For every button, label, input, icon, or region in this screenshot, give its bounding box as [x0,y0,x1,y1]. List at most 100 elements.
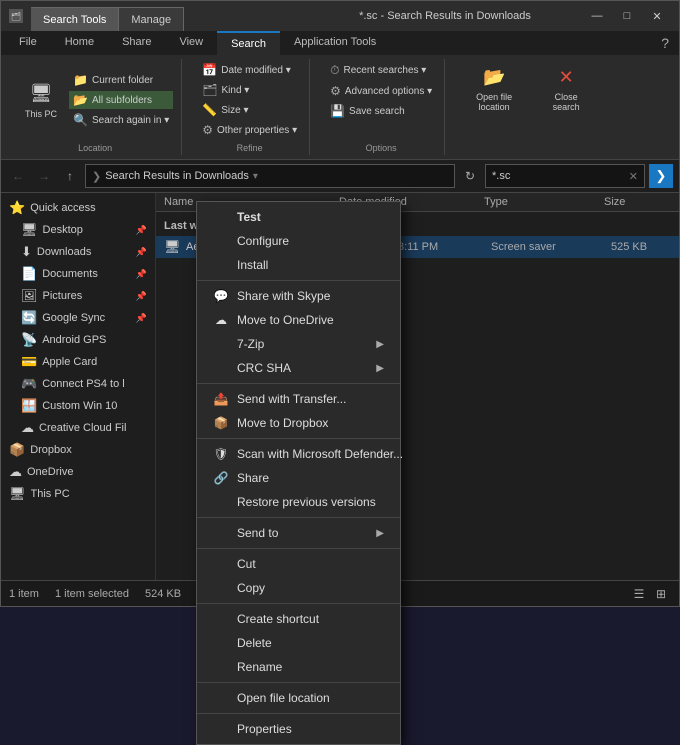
sidebar-item-connect-ps4[interactable]: 🎮 Connect PS4 to l [1,373,155,395]
item-count: 1 item [9,588,39,600]
ctx-send-to[interactable]: Send to ▶ [197,521,400,545]
current-folder-button[interactable]: 📁 Current folder [69,71,173,89]
sidebar-item-this-pc[interactable]: 🖥 This PC [1,483,155,505]
ctx-rename[interactable]: Rename [197,655,400,679]
selected-info: 1 item selected [55,588,129,600]
close-search-button[interactable]: ✕ Close search [533,61,599,116]
tab-view[interactable]: View [165,31,217,55]
ctx-sep-3 [197,438,400,439]
quick-access-icon: ⭐ [9,200,25,216]
help-icon[interactable]: ? [661,35,669,51]
ribbon-group-refine: 📅 Date modified ▾ 🗂 Kind ▾ 📏 Size ▾ ⚙ Ot… [190,59,310,155]
file-icon: 🖥 [164,239,180,255]
sidebar-item-onedrive[interactable]: ☁ OneDrive [1,461,155,483]
refresh-button[interactable]: ↻ [459,165,481,187]
address-bar: ← → ↑ ❯ Search Results in Downloads ▾ ↻ … [1,160,679,193]
back-button[interactable]: ← [7,165,29,187]
ctx-share[interactable]: 🔗 Share [197,466,400,490]
ctx-properties[interactable]: Properties [197,717,400,741]
title-tab-search-tools[interactable]: Search Tools [31,7,119,31]
window-title: *.sc - Search Results in Downloads [307,10,583,22]
calendar-icon: 📅 [202,63,217,77]
address-box[interactable]: ❯ Search Results in Downloads ▾ [85,164,455,188]
ribbon-group-actions: 📂 Open file location ✕ Close search [453,59,607,155]
open-file-location-button[interactable]: 📂 Open file location [461,61,527,116]
pin-icon-doc: 📌 [136,269,147,280]
size-button[interactable]: 📏 Size ▾ [198,101,301,119]
recent-searches-button[interactable]: ⏱ Recent searches ▾ [326,61,436,80]
onedrive-icon: ☁ [9,464,22,480]
view-buttons: ☰ ⊞ [629,584,671,604]
ctx-create-shortcut[interactable]: Create shortcut [197,607,400,631]
ctx-copy[interactable]: Copy [197,576,400,600]
close-button[interactable]: ✕ [643,6,671,26]
ctx-restore-versions[interactable]: Restore previous versions [197,490,400,514]
ctx-send-transfer[interactable]: 📤 Send with Transfer... [197,387,400,411]
date-modified-button[interactable]: 📅 Date modified ▾ [198,61,301,79]
details-view-button[interactable]: ☰ [629,584,649,604]
this-pc-icon: 🖥 [29,82,53,106]
ctx-crc-sha[interactable]: CRC SHA ▶ [197,356,400,380]
sidebar-item-dropbox[interactable]: 📦 Dropbox [1,439,155,461]
other-properties-button[interactable]: ⚙ Other properties ▾ [198,121,301,139]
sidebar-item-quick-access[interactable]: ⭐ Quick access [1,197,155,219]
ctx-configure[interactable]: Configure [197,229,400,253]
ctx-scan-defender[interactable]: 🛡 Scan with Microsoft Defender... [197,442,400,466]
ctx-sep-7 [197,682,400,683]
tab-application-tools[interactable]: Application Tools [280,31,390,55]
sidebar-item-pictures[interactable]: 🖼 Pictures 📌 [1,285,155,307]
options-label: Options [366,141,397,153]
title-tab-manage[interactable]: Manage [119,7,184,31]
ctx-open-file-location[interactable]: Open file location [197,686,400,710]
sidebar-item-google-sync[interactable]: 🔄 Google Sync 📌 [1,307,155,329]
ctx-install[interactable]: Install [197,253,400,277]
search-box[interactable]: ✕ [485,164,645,188]
tab-share[interactable]: Share [108,31,165,55]
search-again-icon: 🔍 [73,113,88,127]
tab-search[interactable]: Search [217,31,280,55]
search-arrow-icon: ❯ [656,168,667,184]
ctx-defender-icon: 🛡 [213,447,229,461]
ctx-7zip-arrow: ▶ [376,339,384,350]
address-chevron: ▾ [253,171,258,182]
sidebar-item-documents[interactable]: 📄 Documents 📌 [1,263,155,285]
ctx-7zip[interactable]: 7-Zip ▶ [197,332,400,356]
up-button[interactable]: ↑ [59,165,81,187]
save-search-button[interactable]: 💾 Save search [326,102,436,120]
sidebar-item-android-gps[interactable]: 📡 Android GPS [1,329,155,351]
all-subfolders-button[interactable]: 📂 All subfolders [69,91,173,109]
col-header-type[interactable]: Type [484,196,604,208]
search-clear-icon[interactable]: ✕ [629,170,638,183]
kind-button[interactable]: 🗂 Kind ▾ [198,81,301,99]
sidebar-item-desktop[interactable]: 🖥 Desktop 📌 [1,219,155,241]
documents-icon: 📄 [21,266,37,282]
ctx-test[interactable]: Test [197,205,400,229]
tab-file[interactable]: File [5,31,51,55]
sidebar-item-apple-card[interactable]: 💳 Apple Card [1,351,155,373]
col-header-size[interactable]: Size [604,196,679,208]
ctx-share-icon: 🔗 [213,471,229,485]
advanced-options-button[interactable]: ⚙ Advanced options ▾ [326,82,436,100]
ctx-delete[interactable]: Delete [197,631,400,655]
sidebar-item-downloads[interactable]: ⬇ Downloads 📌 [1,241,155,263]
maximize-button[interactable]: □ [613,6,641,26]
ctx-share-skype[interactable]: 💬 Share with Skype [197,284,400,308]
search-again-button[interactable]: 🔍 Search again in ▾ [69,111,173,129]
ctx-move-dropbox[interactable]: 📦 Move to Dropbox [197,411,400,435]
search-input[interactable] [492,170,629,182]
sidebar-item-custom-win10[interactable]: 🪟 Custom Win 10 [1,395,155,417]
sidebar-item-creative-cloud[interactable]: ☁ Creative Cloud Fil [1,417,155,439]
ctx-move-onedrive[interactable]: ☁ Move to OneDrive [197,308,400,332]
this-pc-button[interactable]: 🖥 This PC [17,78,65,123]
minimize-button[interactable]: — [583,6,611,26]
search-submit-button[interactable]: ❯ [649,164,673,188]
large-icons-view-button[interactable]: ⊞ [651,584,671,604]
ctx-cut[interactable]: Cut [197,552,400,576]
size-icon: 📏 [202,103,217,117]
ctx-sep-4 [197,517,400,518]
tab-home[interactable]: Home [51,31,108,55]
ribbon-tab-bar: File Home Share View Search Application … [1,31,679,55]
properties-icon: ⚙ [202,123,213,137]
forward-button[interactable]: → [33,165,55,187]
android-gps-icon: 📡 [21,332,37,348]
